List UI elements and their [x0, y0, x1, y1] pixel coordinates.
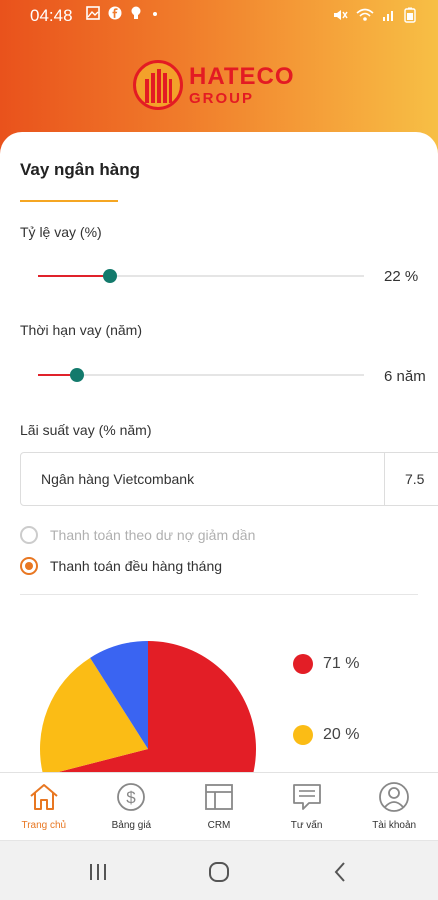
slider-thumb[interactable] — [102, 269, 117, 283]
nav-label: Bảng giá — [111, 820, 152, 831]
dot-icon — [153, 12, 157, 16]
nav-label: Tài khoản — [372, 820, 417, 831]
loan-calculator-card: Vay ngân hàng Tỷ lệ vay (%) 22 % Thời hạ… — [0, 132, 438, 772]
slider-thumb[interactable] — [70, 368, 85, 382]
logo-subname: GROUP — [189, 89, 255, 107]
loan-pie-chart — [40, 641, 256, 772]
interest-rate-value: 7.5 — [405, 471, 425, 487]
radio-button-selected[interactable] — [20, 557, 38, 575]
nav-label: Tư vấn — [290, 820, 323, 831]
nav-label: Trang chủ — [21, 820, 67, 831]
recent-apps-icon[interactable] — [85, 859, 111, 885]
dollar-icon: $ — [117, 783, 146, 811]
loan-term-value: 6 năm — [384, 368, 426, 385]
status-time: 04:48 — [30, 6, 73, 25]
payment-option-equal-monthly[interactable]: Thanh toán đều hàng tháng — [20, 557, 222, 575]
wifi-icon — [356, 8, 374, 21]
home-button-icon[interactable] — [206, 859, 232, 885]
payment-option-declining[interactable]: Thanh toán theo dư nợ giảm dần — [20, 526, 255, 544]
logo-name: HATECO — [189, 62, 295, 90]
logo-mark-icon — [133, 60, 183, 110]
nav-account[interactable]: Tài khoản — [350, 773, 438, 840]
hateco-logo: HATECO GROUP — [133, 60, 295, 110]
page-title: Vay ngân hàng — [20, 160, 140, 179]
account-icon — [379, 782, 410, 812]
loan-ratio-slider[interactable] — [38, 266, 364, 286]
bank-select[interactable]: Ngân hàng Vietcombank — [20, 452, 385, 506]
legend-label: 71 % — [323, 655, 360, 672]
nav-crm[interactable]: CRM — [175, 773, 263, 840]
radio-button[interactable] — [20, 526, 38, 544]
legend-dot — [293, 654, 313, 674]
loan-ratio-label: Tỷ lệ vay (%) — [20, 224, 102, 240]
system-nav-bar — [0, 840, 438, 900]
slider-track — [38, 374, 364, 376]
divider — [20, 594, 418, 595]
loan-ratio-value: 22 % — [384, 268, 419, 285]
payment-option-label: Thanh toán đều hàng tháng — [50, 558, 223, 574]
title-underline — [20, 200, 118, 202]
bottom-nav: Trang chủ $ Bảng giá CRM Tư vấn Tài khoả… — [0, 772, 438, 840]
facebook-icon — [108, 6, 122, 20]
nav-consult[interactable]: Tư vấn — [263, 773, 351, 840]
crm-icon — [205, 784, 233, 810]
legend-dot — [293, 725, 313, 745]
bank-select-value: Ngân hàng Vietcombank — [41, 471, 195, 487]
legend-label: 20 % — [323, 726, 360, 743]
interest-label: Lãi suất vay (% năm) — [20, 422, 152, 438]
status-bar: 04:48 — [0, 0, 438, 32]
svg-text:$: $ — [127, 788, 137, 807]
legend-item: 20 % — [293, 725, 359, 745]
home-icon — [30, 784, 58, 810]
bulb-icon — [131, 6, 141, 19]
interest-rate-input[interactable]: 7.5 — [384, 452, 438, 506]
back-icon[interactable] — [328, 859, 354, 885]
slider-fill — [38, 275, 110, 277]
mute-icon — [334, 10, 348, 20]
nav-price-list[interactable]: $ Bảng giá — [88, 773, 176, 840]
signal-icon — [383, 11, 393, 21]
nav-label: CRM — [207, 820, 231, 831]
loan-term-slider[interactable] — [38, 365, 364, 385]
chat-icon — [292, 784, 321, 810]
legend-item: 71 % — [293, 654, 359, 674]
battery-icon — [404, 7, 416, 23]
payment-option-label: Thanh toán theo dư nợ giảm dần — [50, 527, 256, 543]
loan-term-label: Thời hạn vay (năm) — [20, 322, 143, 338]
gallery-icon — [86, 6, 100, 20]
nav-home[interactable]: Trang chủ — [0, 773, 88, 840]
